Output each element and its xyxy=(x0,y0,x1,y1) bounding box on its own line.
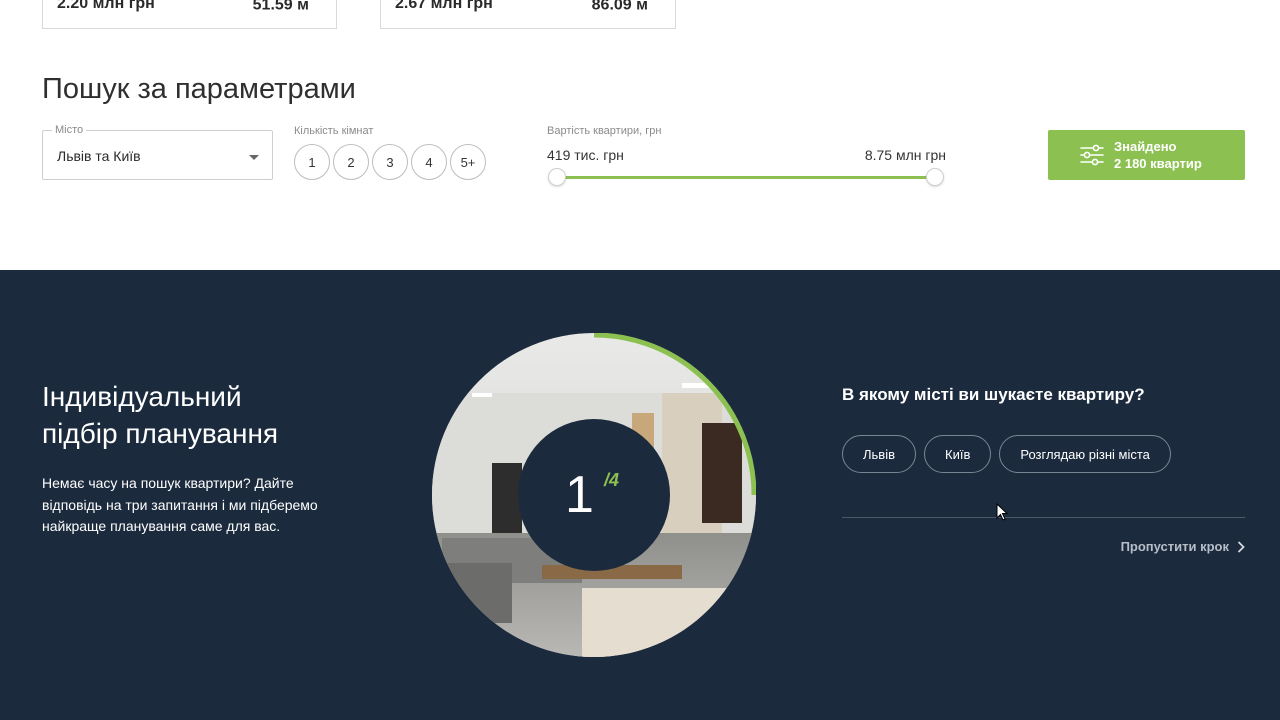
price-range-label: Вартість квартири, грн xyxy=(547,125,662,137)
room-option-2[interactable]: 2 xyxy=(333,144,369,180)
price-slider-min-handle[interactable] xyxy=(548,168,566,186)
room-option-3[interactable]: 3 xyxy=(372,144,408,180)
card-area: 86.09 м2 xyxy=(591,0,653,14)
rooms-label: Кількість кімнат xyxy=(294,125,374,137)
answer-different-cities[interactable]: Розглядаю різні міста xyxy=(999,435,1171,473)
answer-lviv[interactable]: Львів xyxy=(842,435,917,473)
layout-picker-section: Індивідуальний підбір планування Немає ча… xyxy=(0,270,1280,720)
question-text: В якому місті ви шукаєте квартиру? xyxy=(842,385,1145,404)
found-results-button[interactable]: Знайдено 2 180 квартир xyxy=(1048,130,1245,180)
price-slider-max-handle[interactable] xyxy=(926,168,944,186)
card-price: 2.20 млн грн xyxy=(57,0,155,12)
search-title: Пошук за параметрами xyxy=(42,73,356,105)
city-select-label: Місто xyxy=(52,124,87,136)
section-description: Немає часу на пошук квартири? Дайте відп… xyxy=(42,475,318,534)
filter-sliders-icon xyxy=(1080,144,1104,166)
skip-step-label: Пропустити крок xyxy=(1120,539,1229,554)
chevron-down-icon xyxy=(249,155,259,160)
step-total: /4 xyxy=(604,470,620,490)
card-area: 51.59 м2 xyxy=(252,0,314,14)
skip-step-link[interactable]: Пропустити крок xyxy=(1121,539,1245,554)
mouse-cursor-icon xyxy=(996,503,1008,521)
apartment-card[interactable]: 2.67 млн грн 86.09 м2 xyxy=(380,0,676,29)
price-slider-track[interactable] xyxy=(557,176,935,179)
apartment-card[interactable]: 2.20 млн грн 51.59 м2 xyxy=(42,0,337,29)
found-count: 2 180 квартир xyxy=(1114,156,1202,171)
found-label: Знайдено xyxy=(1114,139,1177,154)
chevron-right-icon xyxy=(1237,540,1245,553)
step-progress-ring: 1 /4 xyxy=(432,333,756,657)
progress-arc xyxy=(593,333,756,496)
answer-options: Львів Київ Розглядаю різні міста xyxy=(842,435,1171,473)
rooms-selector: 1 2 3 4 5+ xyxy=(294,144,486,180)
city-select-value: Львів та Київ xyxy=(57,148,141,164)
section-title: Індивідуальний підбір планування xyxy=(42,381,279,449)
room-option-1[interactable]: 1 xyxy=(294,144,330,180)
room-option-5-plus[interactable]: 5+ xyxy=(450,144,486,180)
answer-kyiv[interactable]: Київ xyxy=(924,435,992,473)
price-max-value: 8.75 млн грн xyxy=(864,147,946,163)
divider xyxy=(842,517,1245,518)
price-min-value: 419 тис. грн xyxy=(547,147,624,163)
card-price: 2.67 млн грн xyxy=(395,0,493,12)
step-current: 1 xyxy=(565,466,594,524)
city-select[interactable]: Місто Львів та Київ xyxy=(42,124,273,180)
room-option-4[interactable]: 4 xyxy=(411,144,447,180)
